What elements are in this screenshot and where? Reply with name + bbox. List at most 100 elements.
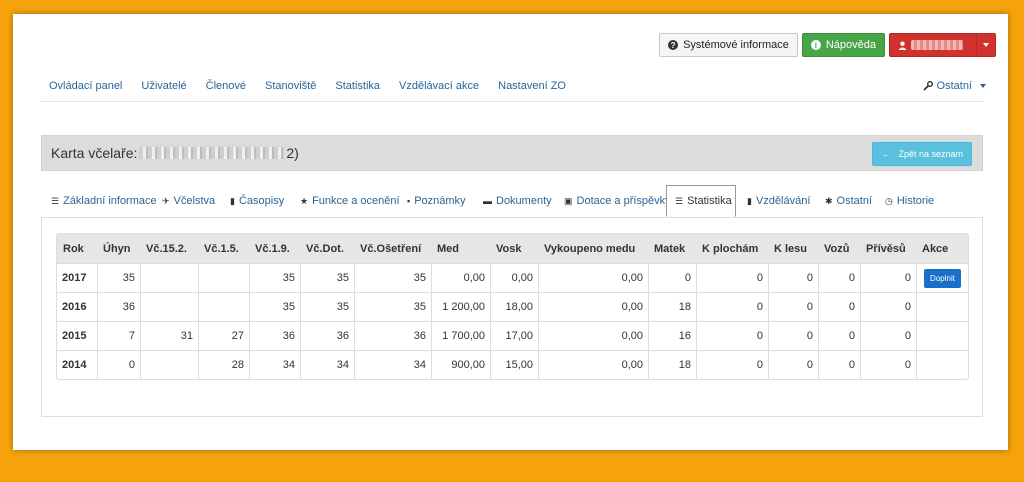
col-header: Vč.1.5. [198, 234, 249, 263]
table-cell: 0 [860, 263, 916, 292]
table-row: 2015 7 31 27 36 36 36 1 700,00 17,00 0,0… [57, 321, 968, 350]
lock-icon: ▣ [564, 195, 573, 206]
col-header: Úhyn [97, 234, 140, 263]
nav-other-dropdown[interactable]: Ostatní [922, 80, 986, 92]
nav-item-clenove[interactable]: Členové [206, 80, 246, 92]
tab-funkce-a-oceneni[interactable]: ★ Funkce a ocenění [292, 185, 408, 217]
tab-dokumenty[interactable]: ▬ Dokumenty [475, 185, 560, 217]
tab-zakladni-informace[interactable]: ☰ Základní informace [43, 185, 165, 217]
user-menu-button[interactable] [889, 33, 996, 57]
tab-statistika[interactable]: ☰ Statistika [666, 185, 736, 217]
table-cell: 36 [249, 321, 300, 350]
help-button[interactable]: i Nápověda [801, 33, 885, 57]
tab-poznamky[interactable]: ▪ Poznámky [399, 185, 474, 217]
col-header: Vykoupeno medu [538, 234, 648, 263]
question-circle-icon: ? [668, 40, 679, 50]
nav-item-uzivatele[interactable]: Uživatelé [141, 80, 186, 92]
tab-label: Dokumenty [496, 195, 552, 207]
tab-content: Rok Úhyn Vč.15.2. Vč.1.5. Vč.1.9. Vč.Dot… [41, 217, 983, 417]
nav-item-statistika[interactable]: Statistika [335, 80, 380, 92]
table-cell-action: Doplnit [916, 263, 968, 292]
tab-casopisy[interactable]: ▮ Časopisy [222, 185, 292, 217]
table-cell: 0 [97, 350, 140, 379]
main-nav: Ovládací panel Uživatelé Členové Stanovi… [49, 80, 585, 92]
table-row: 2014 0 28 34 34 34 900,00 15,00 0,00 18 … [57, 350, 968, 379]
tab-bar: ☰ Základní informace ✈ Včelstva ▮ Časopisy … [41, 185, 983, 218]
table-cell: 0 [860, 321, 916, 350]
table-cell: 35 [354, 292, 431, 321]
table-cell: 1 700,00 [431, 321, 490, 350]
col-header: Vozů [818, 234, 860, 263]
table-cell: 18 [648, 350, 696, 379]
table-cell: 0,00 [538, 321, 648, 350]
table-cell: 28 [198, 350, 249, 379]
tab-label: Historie [896, 195, 935, 207]
table-cell: 0,00 [538, 263, 648, 292]
table-cell: 0 [860, 292, 916, 321]
tab-vzdelavani[interactable]: ▮ Vzdělávání [739, 185, 818, 217]
col-header: Vč.1.9. [249, 234, 300, 263]
tab-ostatni[interactable]: ✱ Ostatní [817, 185, 880, 217]
book-icon: ▮ [747, 195, 752, 206]
table-cell: 18,00 [490, 292, 538, 321]
tab-label: Ostatní [836, 195, 873, 207]
table-cell: 36 [354, 321, 431, 350]
col-header: Vč.Dot. [300, 234, 354, 263]
caret-down-icon [983, 43, 989, 47]
tab-label: Základní informace [63, 195, 157, 207]
table-cell [198, 263, 249, 292]
table-cell: 7 [97, 321, 140, 350]
tab-label: Poznámky [414, 195, 466, 207]
statistics-table: Rok Úhyn Vč.15.2. Vč.1.5. Vč.1.9. Vč.Dot… [56, 233, 969, 380]
table-cell: 36 [300, 321, 354, 350]
nav-item-stanoviste[interactable]: Stanoviště [265, 80, 316, 92]
col-header: Med [431, 234, 490, 263]
caret-down-icon [980, 84, 986, 88]
tab-historie[interactable]: ◷ Historie [877, 185, 942, 217]
table-cell: 31 [140, 321, 198, 350]
nav-item-ovladaci-panel[interactable]: Ovládací panel [49, 80, 122, 92]
user-menu-toggle[interactable] [976, 34, 995, 56]
table-cell [140, 263, 198, 292]
doplnit-button[interactable]: Doplnit [924, 268, 961, 288]
table-cell: 1 200,00 [431, 292, 490, 321]
col-header: K plochám [696, 234, 768, 263]
table-cell: 0 [818, 350, 860, 379]
nav-item-nastaveni-zo[interactable]: Nastavení ZO [498, 80, 566, 92]
col-header: Akce [916, 234, 968, 263]
table-cell: 35 [300, 292, 354, 321]
nav-item-vzdelavaci-akce[interactable]: Vzdělávací akce [399, 80, 479, 92]
system-info-button[interactable]: ? Systémové informace [659, 33, 798, 57]
folder-icon: ▬ [483, 196, 492, 206]
table-cell [140, 350, 198, 379]
comment-icon: ▪ [407, 196, 411, 206]
main-panel: ? Systémové informace i Nápověda Ovládac… [13, 14, 1008, 450]
table-cell: 0,00 [538, 350, 648, 379]
list-icon: ☰ [51, 195, 60, 206]
table-cell: 35 [97, 263, 140, 292]
table-cell: 0 [696, 263, 768, 292]
table-cell: 900,00 [431, 350, 490, 379]
table-cell: 35 [249, 263, 300, 292]
table-cell: 35 [249, 292, 300, 321]
table-cell: 0 [768, 263, 818, 292]
tab-label: Vzdělávání [755, 195, 811, 207]
table-cell: 18 [648, 292, 696, 321]
arrow-left-icon: ← [881, 149, 891, 159]
star-icon: ★ [300, 195, 309, 206]
table-cell-action [916, 321, 968, 350]
back-to-list-label: Zpět na seznam [898, 149, 963, 159]
page-title-prefix: Karta včelaře: [51, 145, 138, 161]
nav-divider [41, 101, 984, 102]
table-cell: 0 [768, 292, 818, 321]
table-cell: 2015 [57, 321, 97, 350]
table-cell: 34 [300, 350, 354, 379]
tab-dotace-a-prispevky[interactable]: ▣ Dotace a příspěvky [556, 185, 679, 217]
tab-vcelstva[interactable]: ✈ Včelstva [154, 185, 223, 217]
table-cell-action [916, 292, 968, 321]
table-cell: 0 [818, 321, 860, 350]
table-cell: 35 [354, 263, 431, 292]
user-icon [898, 41, 907, 50]
table-cell: 0 [768, 321, 818, 350]
back-to-list-button[interactable]: ← Zpět na seznam [872, 142, 972, 166]
